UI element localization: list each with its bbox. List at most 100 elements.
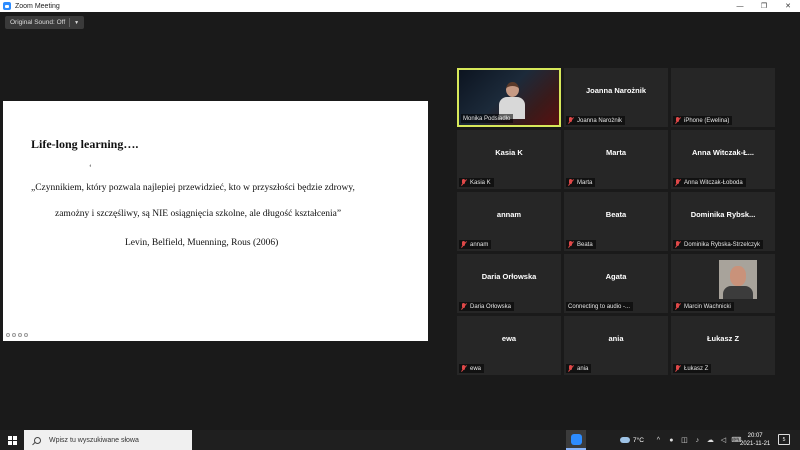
participant-tile[interactable]: Marta Marta (564, 130, 668, 189)
participant-name-display (671, 68, 775, 113)
participant-tile[interactable]: Daria Orłowska Daria Orłowska (457, 254, 561, 313)
muted-mic-icon (461, 179, 467, 186)
shared-screen-slide: Life-long learning…. ‘ „Czynnikiem, któr… (3, 101, 428, 341)
slide-tool-icon[interactable] (6, 333, 10, 337)
participant-name-display (671, 254, 775, 299)
taskbar-search-box[interactable]: Wpisz tu wyszukiwane słowa (24, 430, 192, 450)
clock-date: 2021-11-21 (740, 441, 771, 447)
participant-label: Connecting to audio -... (566, 302, 634, 311)
participant-tile[interactable]: Agata Connecting to audio -... (564, 254, 668, 313)
participant-label: Daria Orłowska (459, 302, 515, 311)
slide-citation: Levin, Belfield, Muenning, Rous (2006) (125, 238, 279, 248)
close-button[interactable]: ✕ (776, 0, 800, 12)
participant-label: ania (566, 364, 592, 373)
taskbar-zoom-app[interactable] (566, 430, 586, 450)
participant-label: Kasia K (459, 178, 494, 187)
participant-name-display: ania (608, 334, 624, 343)
participant-tile[interactable]: annam annam (457, 192, 561, 251)
weather-widget[interactable]: 7°C (620, 437, 644, 444)
participant-tile[interactable]: Marcin Wachnicki (671, 254, 775, 313)
participant-label: ewa (459, 364, 485, 373)
title-bar: Zoom Meeting — ❐ ✕ (0, 0, 800, 12)
participant-label: iPhone (Ewelina) (673, 116, 733, 125)
microphone-icon[interactable]: ♪ (693, 436, 701, 444)
participant-name-display: Kasia K (495, 148, 523, 157)
zoom-app-icon (3, 2, 11, 10)
participant-label-text: Dominika Rybska-Strzelczyk (684, 241, 761, 248)
participant-tile[interactable]: ania ania (564, 316, 668, 375)
slide-toolbar[interactable] (6, 333, 28, 337)
participant-tile[interactable]: Anna Witczak-Ł... Anna Witczak-Łoboda (671, 130, 775, 189)
participant-label: Beata (566, 240, 596, 249)
participant-name-display: Daria Orłowska (481, 272, 537, 281)
muted-mic-icon (461, 241, 467, 248)
muted-mic-icon (675, 241, 681, 248)
participant-tile[interactable]: Monika Podsiadło (457, 68, 561, 127)
slide-tool-icon[interactable] (12, 333, 16, 337)
participant-label-text: Connecting to audio -... (568, 303, 631, 310)
window-controls: — ❐ ✕ (728, 0, 800, 12)
participant-label: Joanna Narożnik (566, 116, 626, 125)
speaker-icon[interactable]: ◁ (719, 436, 727, 444)
slide-title: Life-long learning…. (31, 137, 139, 151)
original-sound-label: Original Sound: Off (10, 19, 66, 26)
participant-tile[interactable]: Beata Beata (564, 192, 668, 251)
participant-label-text: ewa (470, 365, 482, 372)
divider (69, 18, 71, 27)
participant-label-text: Marcin Wachnicki (684, 303, 731, 310)
participant-tile[interactable]: Joanna Narożnik Joanna Narożnik (564, 68, 668, 127)
participant-label: Dominika Rybska-Strzelczyk (673, 240, 764, 249)
maximize-button[interactable]: ❐ (752, 0, 776, 12)
chevron-up-icon[interactable]: ^ (654, 436, 662, 444)
windows-logo-icon (7, 435, 17, 445)
slide-tool-icon[interactable] (18, 333, 22, 337)
original-sound-button[interactable]: Original Sound: Off ▼ (5, 16, 85, 29)
windows-taskbar: Wpisz tu wyszukiwane słowa 7°C ^ ● ◫ ♪ ☁… (0, 430, 800, 450)
participant-name-display: Łukasz Z (706, 334, 740, 343)
participant-name-display (459, 70, 559, 111)
participant-name-display: Marta (605, 148, 626, 157)
network-icon[interactable]: ◫ (680, 436, 688, 444)
chevron-down-icon[interactable]: ▼ (74, 20, 79, 26)
participant-label-text: annam (470, 241, 489, 248)
app-tray-icon[interactable]: ● (667, 436, 675, 444)
start-button[interactable] (0, 430, 24, 450)
participant-label: Monika Podsiadło (461, 114, 514, 123)
participant-name-display: Anna Witczak-Ł... (691, 148, 755, 157)
participant-name-display: Dominika Rybsk... (690, 210, 756, 219)
slide-quote-line-2: zamożny i szczęśliwy, są NIE osiągnięcia… (55, 209, 342, 219)
meeting-stage: Original Sound: Off ▼ Life-long learning… (0, 12, 800, 430)
participant-name-display: Joanna Narożnik (585, 86, 646, 95)
participant-tile[interactable]: iPhone (Ewelina) (671, 68, 775, 127)
minimize-button[interactable]: — (728, 0, 752, 12)
participant-label: Anna Witczak-Łoboda (673, 178, 746, 187)
search-icon (34, 436, 41, 444)
muted-mic-icon (568, 117, 574, 124)
muted-mic-icon (675, 179, 681, 186)
participant-name-display: Agata (605, 272, 627, 281)
participant-label: Łukasz Z (673, 364, 712, 373)
system-clock[interactable]: 20:07 2021-11-21 (740, 432, 770, 448)
participant-tile[interactable]: ewa ewa (457, 316, 561, 375)
participant-label-text: Joanna Narożnik (577, 117, 623, 124)
clock-time: 20:07 (747, 433, 763, 439)
notification-center-icon[interactable]: 5 (778, 434, 790, 445)
participant-tile[interactable]: Kasia K Kasia K (457, 130, 561, 189)
participant-label-text: Anna Witczak-Łoboda (684, 179, 743, 186)
participant-tile[interactable]: Łukasz Z Łukasz Z (671, 316, 775, 375)
participant-label-text: Marta (577, 179, 593, 186)
weather-temp: 7°C (633, 436, 644, 444)
cloud-sync-icon[interactable]: ☁ (706, 436, 714, 444)
participant-tile[interactable]: Dominika Rybsk... Dominika Rybska-Strzelc… (671, 192, 775, 251)
participant-label-text: Kasia K (470, 179, 491, 186)
slide-tool-icon[interactable] (24, 333, 28, 337)
muted-mic-icon (568, 365, 574, 372)
participant-label-text: Beata (577, 241, 593, 248)
participant-label-text: Monika Podsiadło (463, 115, 511, 122)
cloud-icon (620, 437, 630, 443)
participant-label: Marta (566, 178, 596, 187)
participant-label: Marcin Wachnicki (673, 302, 734, 311)
window-title: Zoom Meeting (15, 2, 60, 10)
muted-mic-icon (568, 179, 574, 186)
participant-label-text: Daria Orłowska (470, 303, 512, 310)
